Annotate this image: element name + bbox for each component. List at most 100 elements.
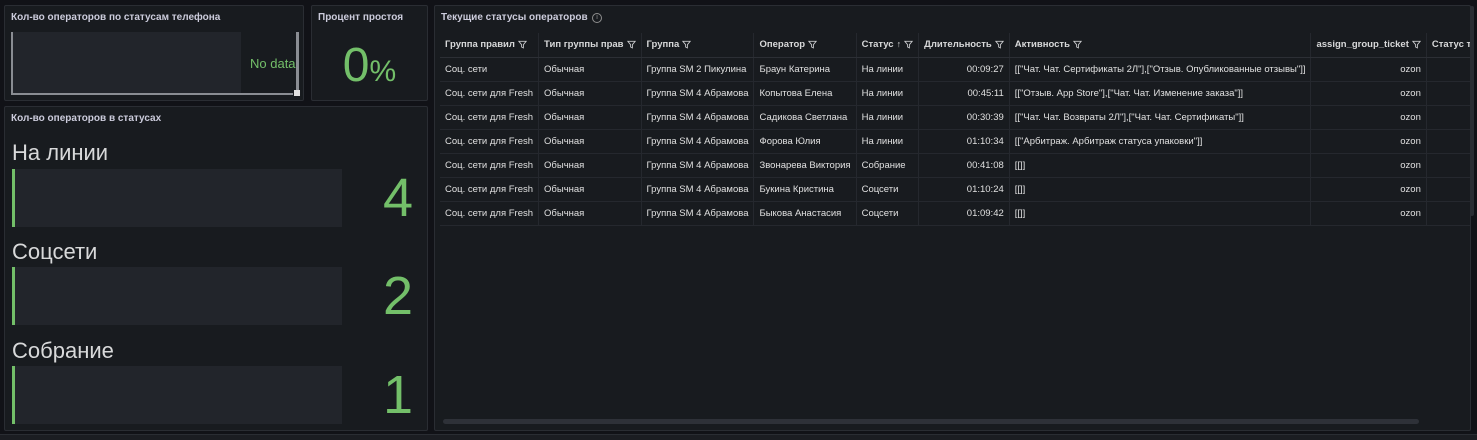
operator-statuses-panel: Кол-во операторов в статусах На линии 4 … [4,106,428,431]
table-row[interactable]: Соц. сети для Fresh Обычная Группа SM 4 Аб… [440,153,1470,178]
table-cell: ozon [1310,201,1427,226]
idle-percent-unit: % [369,55,397,88]
table-cell: Обычная [538,105,642,130]
plot-vertical-scrollbar[interactable] [296,32,299,92]
scroll-corner [294,90,300,96]
plot-horizontal-scrollbar[interactable] [11,93,293,95]
idle-percent-value: 0 [342,39,370,92]
status-label-on-line: На линии [12,140,109,165]
filter-icon[interactable] [517,40,527,49]
column-header[interactable]: Группа [641,33,755,58]
table-cell: ozon [1310,57,1427,82]
table-cell: Копытова Елена [753,81,857,106]
table-row[interactable]: Соц. сети для Fresh Обычная Группа SM 4 Аб… [440,81,1470,106]
table-cell: 01:10:24 [918,177,1010,202]
no-data-text: No data [250,56,296,71]
info-icon[interactable]: i [592,13,602,23]
plot-axis-left [11,32,13,94]
table-cell: Обычная [538,201,642,226]
table-body: Соц. сети Обычная Группа SM 2 Пикулина Брау… [440,57,1470,226]
table-cell: На линии [856,57,920,82]
column-header-label: Оператор [759,39,806,51]
column-header[interactable]: Тип группы прав [538,33,642,58]
table-cell [1426,129,1470,154]
table-row[interactable]: Соц. сети Обычная Группа SM 2 Пикулина Брау… [440,57,1470,82]
status-label-social: Соцсети [12,239,98,264]
table-row[interactable]: Соц. сети для Fresh Обычная Группа SM 4 Аб… [440,105,1470,130]
column-header[interactable]: Длительность [918,33,1010,58]
table-cell [1426,153,1470,178]
status-label-meeting: Собрание [12,338,114,363]
idle-percent-panel: Процент простоя 0% [311,5,428,101]
filter-icon[interactable] [682,40,692,49]
column-header-label: Группа [646,39,680,51]
table-cell: Садикова Светлана [753,105,857,130]
filter-icon[interactable] [904,40,914,49]
filter-icon[interactable] [1411,40,1421,49]
column-header-label: assign_group_ticket [1316,39,1409,51]
filter-icon[interactable] [994,40,1004,49]
table-cell: Обычная [538,81,642,106]
page-vertical-scrollbar[interactable] [1470,6,1474,216]
column-header-label: Статус [861,39,894,51]
table-cell: 00:09:27 [918,57,1010,82]
status-value-social: 2 [382,266,413,326]
table-horizontal-scrollbar[interactable] [443,419,1419,424]
column-header[interactable]: Группа правил [440,33,540,58]
status-bar-social [12,267,342,325]
operators-table: Группа правил Тип группы прав Группа Операт… [440,33,1471,226]
table-cell: ozon [1310,81,1427,106]
column-header[interactable]: Оператор [753,33,857,58]
table-cell: 00:30:39 [918,105,1010,130]
sort-ascending-icon[interactable]: ↑ [897,39,902,49]
table-cell: Обычная [538,57,642,82]
table-cell: Соц. сети [440,57,540,82]
panel-title: Кол-во операторов по статусам телефона [11,12,221,23]
table-cell: Группа SM 4 Абрамова [641,153,755,178]
table-cell: Звонарева Виктория [753,153,857,178]
column-header[interactable]: assign_group_ticket [1310,33,1427,58]
table-cell: Группа SM 4 Абрамова [641,201,755,226]
table-cell: [["Чат. Чат. Сертификаты 2Л"],["Отзыв. О… [1009,57,1312,82]
table-cell: [["Отзыв. App Store"],["Чат. Чат. Измене… [1009,81,1312,106]
column-header[interactable]: Активность [1009,33,1312,58]
table-cell: Группа SM 2 Пикулина [641,57,755,82]
idle-percent-stat: 0% [312,38,427,93]
table-cell: Обычная [538,129,642,154]
table-cell: Букина Кристина [753,177,857,202]
empty-plot-area [11,32,241,94]
table-header-row: Группа правил Тип группы прав Группа Операт… [440,33,1471,58]
table-cell: ozon [1310,129,1427,154]
table-cell: Соц. сети для Fresh [440,177,540,202]
table-row[interactable]: Соц. сети для Fresh Обычная Группа SM 4 Аб… [440,129,1470,154]
table-cell: [["Арбитраж. Арбитраж статуса упаковки"]… [1009,129,1312,154]
panel-title: Текущие статусы операторов [441,12,588,23]
phone-status-panel: Кол-во операторов по статусам телефона N… [4,5,304,101]
column-header[interactable]: Статус телефона [1426,33,1471,58]
table-cell: На линии [856,81,920,106]
filter-icon[interactable] [808,40,818,49]
status-bar-fill [12,267,16,325]
panel-title: Кол-во операторов в статусах [11,113,162,124]
filter-icon[interactable] [1072,40,1082,49]
table-cell: Группа SM 4 Абрамова [641,177,755,202]
operators-table-panel: Текущие статусы операторов i Группа прав… [434,5,1471,431]
filter-icon[interactable] [626,40,636,49]
table-cell: Быкова Анастасия [753,201,857,226]
table-cell: 00:45:11 [918,81,1010,106]
table-cell: Группа SM 4 Абрамова [641,81,755,106]
table-cell: ozon [1310,153,1427,178]
table-cell [1426,57,1470,82]
table-row[interactable]: Соц. сети для Fresh Обычная Группа SM 4 Аб… [440,177,1470,202]
table-row[interactable]: Соц. сети для Fresh Обычная Группа SM 4 Аб… [440,201,1470,226]
column-header-label: Активность [1014,39,1070,51]
table-cell: Соцсети [856,177,920,202]
table-cell: Собрание [856,153,920,178]
status-bar-fill [12,169,16,227]
status-value-on-line: 4 [382,168,413,228]
table-cell: Браун Катерина [753,57,857,82]
table-cell: [[]] [1009,177,1312,202]
table-cell [1426,81,1470,106]
column-header[interactable]: Статус ↑ [856,33,920,58]
column-header-label: Статус телефона [1431,39,1471,51]
